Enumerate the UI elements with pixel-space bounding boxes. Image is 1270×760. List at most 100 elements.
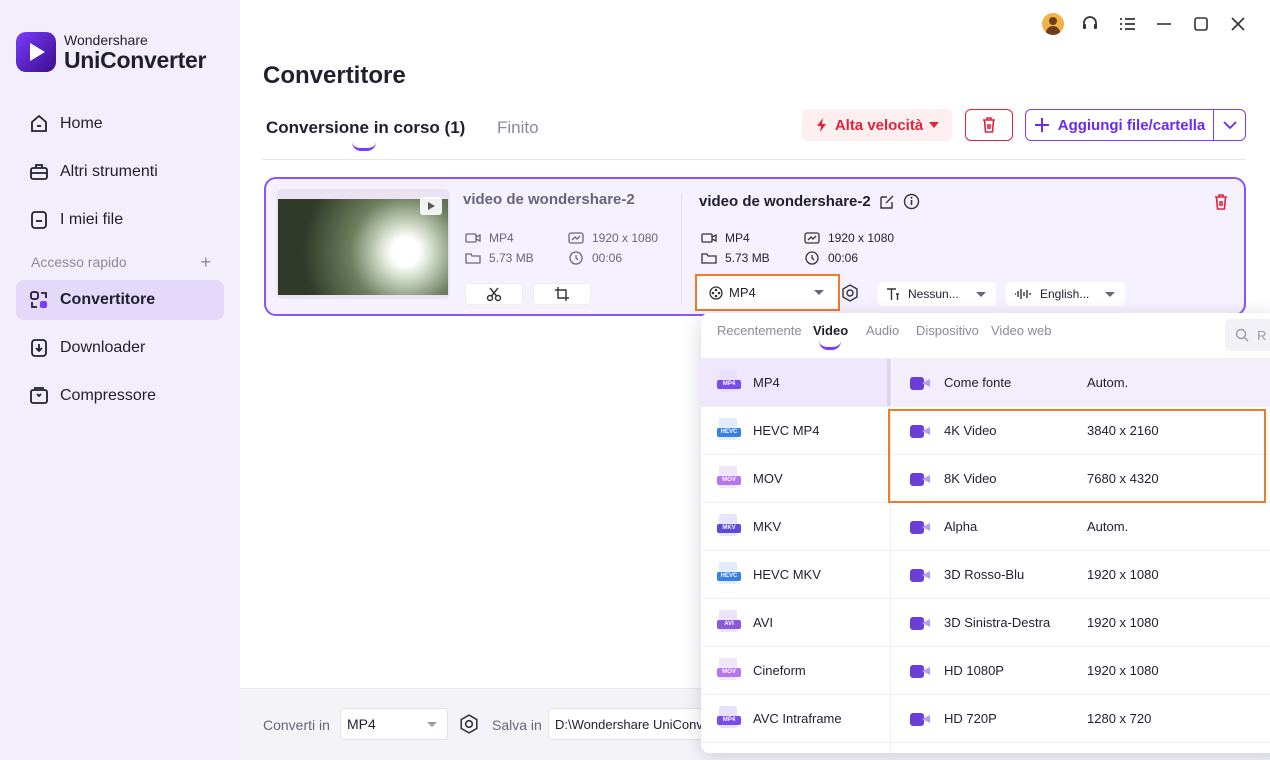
preset-item[interactable]: HD 1080P 1920 x 1080 [892, 647, 1270, 695]
sidebar-item-my-files[interactable]: I miei file [16, 200, 224, 240]
save-to-label: Salva in [492, 717, 542, 733]
close-button[interactable] [1219, 12, 1256, 36]
preset-item[interactable]: Alpha Autom. [892, 503, 1270, 551]
format-popup: Recentemente Video Audio Dispositivo Vid… [701, 313, 1270, 753]
output-size-value: 5.73 MB [725, 251, 770, 265]
support-button[interactable] [1071, 12, 1108, 36]
tab-web-video[interactable]: Video web [991, 323, 1051, 338]
sidebar-item-tools[interactable]: Altri strumenti [16, 152, 224, 192]
tab-in-progress[interactable]: Conversione in corso (1) [266, 118, 465, 151]
format-item-hevc-mkv[interactable]: HEVC HEVC MKV [701, 551, 890, 599]
play-icon[interactable] [420, 197, 442, 215]
format-item-label: HEVC MP4 [753, 423, 820, 438]
account-button[interactable] [1034, 12, 1071, 36]
add-files-button[interactable]: Aggiungi file/cartella [1025, 109, 1246, 141]
subtitle-select-value: Nessun... [908, 287, 959, 301]
sidebar-item-converter[interactable]: Convertitore [16, 280, 224, 320]
preset-resolution: Autom. [1087, 375, 1129, 390]
output-duration-value: 00:06 [828, 251, 859, 265]
video-preset-icon [910, 568, 930, 582]
high-speed-button[interactable]: Alta velocità [802, 109, 952, 141]
output-resolution: 1920 x 1080 [804, 231, 894, 245]
chevron-down-icon [427, 722, 437, 727]
edit-icon[interactable] [879, 194, 895, 210]
format-item-hevc-mp4[interactable]: HEVC HEVC MP4 [701, 407, 890, 455]
format-item-mov[interactable]: MOV MOV [701, 455, 890, 503]
format-item-mkv[interactable]: MKV MKV [701, 503, 890, 551]
sidebar-item-home[interactable]: Home [16, 104, 224, 144]
tab-audio[interactable]: Audio [866, 323, 899, 338]
sidebar-item-label: I miei file [60, 211, 124, 228]
output-resolution-value: 1920 x 1080 [828, 231, 895, 245]
format-item-label: MOV [753, 471, 783, 486]
scissors-icon [486, 287, 502, 302]
preset-item[interactable]: 3D Sinistra-Destra 1920 x 1080 [892, 599, 1270, 647]
sidebar-item-label: Downloader [60, 339, 146, 356]
tab-device[interactable]: Dispositivo [916, 323, 979, 338]
save-path-field[interactable]: D:\Wondershare UniConv [548, 708, 718, 740]
add-quick-access-icon[interactable]: + [200, 253, 211, 271]
sidebar-item-compressor[interactable]: Compressore [16, 376, 224, 416]
preset-item[interactable]: Come fonte Autom. [892, 359, 1270, 407]
format-item-avi[interactable]: AVI AVI [701, 599, 890, 647]
settings-icon [460, 714, 478, 734]
preset-resolution: 1920 x 1080 [1087, 615, 1159, 630]
toolbox-icon [30, 164, 48, 180]
brand-top: Wondershare [64, 31, 148, 48]
format-item-avc-intraframe[interactable]: MP4 AVC Intraframe [701, 695, 890, 743]
plus-icon [1034, 118, 1049, 132]
avatar-icon [1041, 13, 1064, 35]
output-format-value: MP4 [725, 231, 750, 245]
format-item-cineform[interactable]: MOV Cineform [701, 647, 890, 695]
folder-icon [465, 253, 481, 264]
delete-file-button[interactable] [1212, 193, 1230, 214]
crop-icon [555, 287, 569, 301]
sidebar-item-downloader[interactable]: Downloader [16, 328, 224, 368]
resolution-icon [568, 232, 584, 244]
add-files-main[interactable]: Aggiungi file/cartella [1026, 110, 1214, 140]
format-item-label: Cineform [753, 663, 806, 678]
trim-button[interactable] [465, 283, 523, 305]
avi-file-icon: AVI [717, 609, 741, 636]
info-icon[interactable] [903, 193, 920, 210]
hevc-file-icon: HEVC [717, 417, 741, 444]
output-filename: video de wondershare-2 [699, 193, 871, 210]
output-format-select[interactable]: MP4 [695, 274, 840, 311]
quick-access-header: Accesso rapido + [31, 253, 211, 271]
convert-to-select[interactable]: MP4 [340, 708, 448, 740]
tab-video[interactable]: Video [813, 323, 848, 350]
minimize-icon [1156, 23, 1171, 25]
preset-resolution: 1920 x 1080 [1087, 567, 1159, 582]
menu-button[interactable] [1108, 12, 1145, 36]
video-preset-icon [910, 616, 930, 630]
tab-recent[interactable]: Recentemente [717, 323, 802, 338]
preset-item[interactable]: HD 720P 1280 x 720 [892, 695, 1270, 743]
brand-name: UniConverter [64, 46, 207, 73]
convert-to-value: MP4 [347, 716, 376, 732]
preset-resolution: 1280 x 720 [1087, 711, 1152, 726]
search-placeholder: R [1257, 327, 1267, 343]
subtitle-select[interactable]: Nessun... [878, 282, 996, 306]
compress-icon [30, 387, 48, 404]
audio-track-select[interactable]: English... [1006, 282, 1125, 306]
format-settings-button[interactable] [841, 284, 859, 305]
format-item-label: MKV [753, 519, 782, 534]
convert-settings-button[interactable] [459, 714, 479, 737]
crop-button[interactable] [533, 283, 591, 305]
maximize-button[interactable] [1182, 12, 1219, 36]
preset-name: HD 720P [944, 711, 997, 726]
delete-all-button[interactable] [965, 109, 1013, 141]
video-thumbnail[interactable] [276, 189, 450, 299]
close-icon [1230, 17, 1245, 31]
preset-resolution: 1920 x 1080 [1087, 663, 1159, 678]
minimize-button[interactable] [1145, 12, 1182, 36]
folder-icon [701, 253, 717, 264]
format-search-input[interactable]: R [1225, 319, 1270, 351]
preset-item[interactable]: 3D Rosso-Blu 1920 x 1080 [892, 551, 1270, 599]
output-format-select-value: MP4 [729, 285, 756, 300]
preset-name: 3D Rosso-Blu [944, 567, 1025, 582]
preset-name: HD 1080P [944, 663, 1004, 678]
add-files-dropdown[interactable] [1214, 110, 1245, 140]
format-item-mp4[interactable]: MP4 MP4 [701, 359, 891, 407]
tab-finished[interactable]: Finito [497, 118, 539, 138]
